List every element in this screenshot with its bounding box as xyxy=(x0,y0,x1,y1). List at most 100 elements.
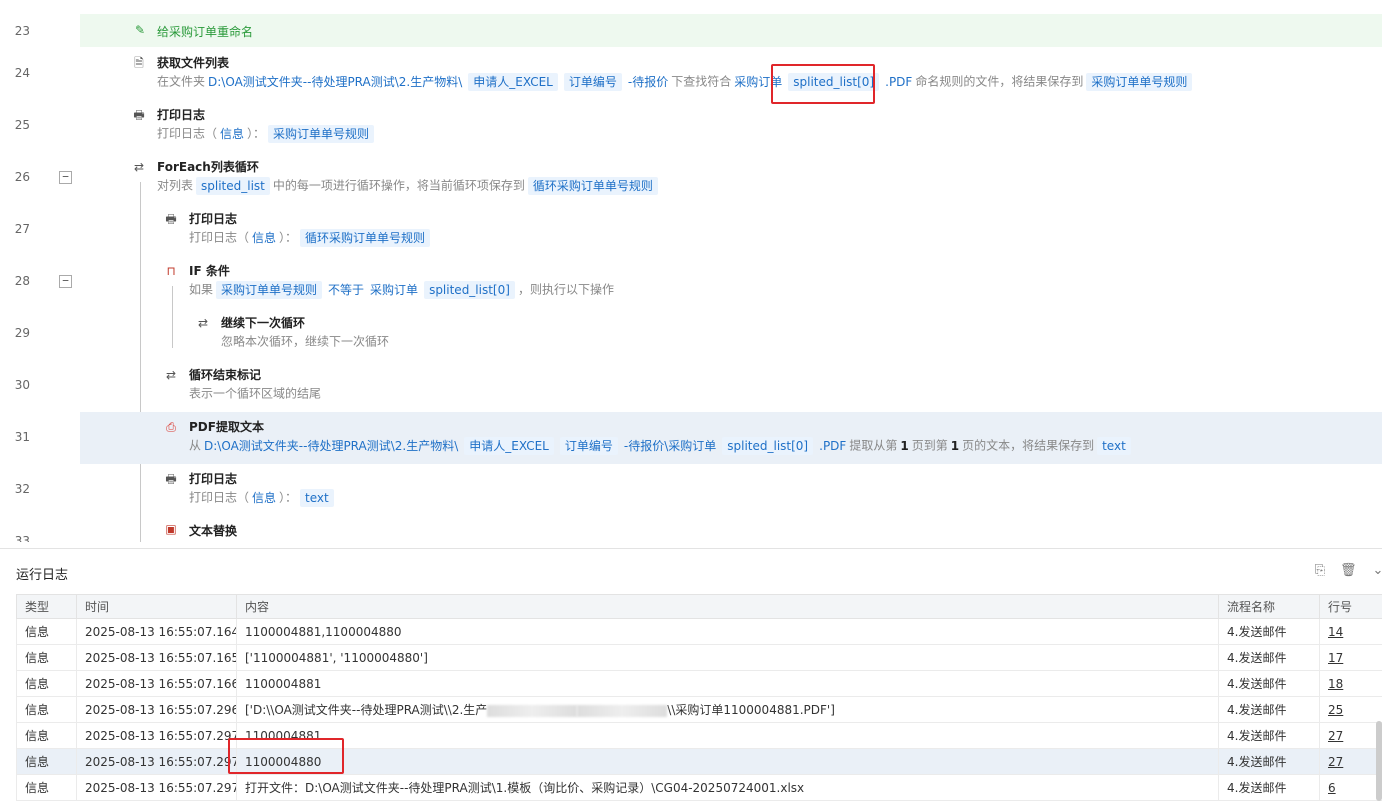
collapse-button[interactable]: − xyxy=(59,275,72,288)
redacted-text xyxy=(487,705,577,717)
line-number: 30 xyxy=(0,378,30,392)
variable-token[interactable]: 订单编号 xyxy=(560,437,618,455)
step-title: 给采购订单重命名 xyxy=(157,23,253,40)
variable-token[interactable]: 申请人_EXCEL xyxy=(468,73,558,91)
line-number: 32 xyxy=(0,482,30,496)
chevron-down-icon[interactable]: ⌄ xyxy=(1370,563,1382,579)
highlight-box xyxy=(228,738,344,774)
col-type[interactable]: 类型 xyxy=(17,595,77,619)
step-row[interactable]: 23 ✎ 给采购订单重命名 xyxy=(0,14,1382,47)
step-title: 文本替换 xyxy=(189,522,237,539)
variable-token[interactable]: 循环采购订单单号规则 xyxy=(528,177,658,195)
line-number: 26 xyxy=(0,170,30,184)
step-row[interactable]: 24 🗎 获取文件列表 在文件夹D:\OA测试文件夹--待处理PRA测试\2.生… xyxy=(0,48,1382,100)
highlight-box xyxy=(771,64,875,104)
table-row[interactable]: 信息 2025-08-13 16:55:07.297 1100004881 4.… xyxy=(17,723,1382,749)
line-link[interactable]: 14 xyxy=(1320,619,1382,645)
rename-icon: ✎ xyxy=(133,23,147,37)
line-number: 33 xyxy=(0,534,30,542)
step-row[interactable]: 32 🖶 打印日志 打印日志（信息）：text xyxy=(0,464,1382,516)
step-desc: 打印日志（信息）：循环采购订单单号规则 xyxy=(189,227,433,248)
print-icon: 🖶 xyxy=(132,108,146,122)
line-link[interactable]: 6 xyxy=(1320,775,1382,801)
text-replace-icon: ▣ xyxy=(164,522,178,536)
step-row[interactable]: 25 🖶 打印日志 打印日志（信息）：采购订单单号规则 xyxy=(0,100,1382,152)
line-link[interactable]: 27 xyxy=(1320,723,1382,749)
log-scrollbar[interactable] xyxy=(1376,721,1382,801)
step-desc: 忽略本次循环，继续下一次循环 xyxy=(221,331,389,352)
line-number: 23 xyxy=(0,24,30,38)
step-row[interactable]: 27 🖶 打印日志 打印日志（信息）：循环采购订单单号规则 xyxy=(0,204,1382,256)
table-row[interactable]: 信息 2025-08-13 16:55:07.296 ['D:\\OA测试文件夹… xyxy=(17,697,1382,723)
step-title: PDF提取文本 xyxy=(189,418,264,435)
step-title: 获取文件列表 xyxy=(157,54,229,71)
flow-editor: 23 ✎ 给采购订单重命名 24 🗎 获取文件列表 在文件夹D:\OA测试文件夹… xyxy=(0,0,1382,542)
redacted-text xyxy=(577,705,667,717)
line-link[interactable]: 25 xyxy=(1320,697,1382,723)
line-link[interactable]: 18 xyxy=(1320,671,1382,697)
export-icon[interactable]: ⎘ xyxy=(1312,563,1328,579)
loop-icon: ⇄ xyxy=(132,160,146,174)
line-link[interactable]: 27 xyxy=(1320,749,1382,775)
step-desc: 在文件夹D:\OA测试文件夹--待处理PRA测试\2.生产物料\申请人_EXCE… xyxy=(157,71,1195,92)
step-desc: 从D:\OA测试文件夹--待处理PRA测试\2.生产物料\申请人_EXCEL订单… xyxy=(189,435,1134,456)
file-list-icon: 🗎 xyxy=(132,56,146,70)
line-link[interactable]: 17 xyxy=(1320,645,1382,671)
step-row[interactable]: 30 ⇄ 循环结束标记 表示一个循环区域的结尾 xyxy=(0,360,1382,412)
line-number: 31 xyxy=(0,430,30,444)
col-flow[interactable]: 流程名称 xyxy=(1219,595,1320,619)
step-desc: 打印日志（信息）：text xyxy=(189,487,337,508)
run-log-panel: 运行日志 ⎘ 🗑 ⌄ 类型 时间 内容 流程名称 行号 信息 2025-08-1… xyxy=(0,548,1382,799)
table-row[interactable]: 信息 2025-08-13 16:55:07.297 打开文件：D:\OA测试文… xyxy=(17,775,1382,801)
step-desc: 如果采购订单单号规则不等于采购订单splited_list[0]，则执行以下操作 xyxy=(189,279,614,300)
line-number: 24 xyxy=(0,66,30,80)
variable-token[interactable]: splited_list[0] xyxy=(424,281,515,299)
table-row-selected[interactable]: 信息 2025-08-13 16:55:07.297 1100004880 4.… xyxy=(17,749,1382,775)
step-title: 打印日志 xyxy=(157,106,205,123)
step-desc: 表示一个循环区域的结尾 xyxy=(189,383,321,404)
continue-icon: ⇄ xyxy=(196,316,210,330)
line-number: 25 xyxy=(0,118,30,132)
variable-token[interactable]: text xyxy=(300,489,334,507)
step-desc: 打印日志（信息）：采购订单单号规则 xyxy=(157,123,377,144)
pdf-icon: ⎙ xyxy=(164,420,178,434)
loop-end-icon: ⇄ xyxy=(164,368,178,382)
step-row[interactable]: 33 ▣ 文本替换 xyxy=(0,516,1382,542)
variable-token[interactable]: splited_list[0] xyxy=(722,437,813,455)
trash-icon[interactable]: 🗑 xyxy=(1340,563,1356,579)
line-number: 27 xyxy=(0,222,30,236)
step-desc: 对列表splited_list中的每一项进行循环操作，将当前循环项保存到循环采购… xyxy=(157,175,661,196)
line-number: 28 xyxy=(0,274,30,288)
variable-token[interactable]: 采购订单单号规则 xyxy=(216,281,322,299)
variable-token[interactable]: 采购订单单号规则 xyxy=(1086,73,1192,91)
variable-token[interactable]: 采购订单单号规则 xyxy=(268,125,374,143)
table-row[interactable]: 信息 2025-08-13 16:55:07.166 1100004881 4.… xyxy=(17,671,1382,697)
step-title: 继续下一次循环 xyxy=(221,314,305,331)
step-row-selected[interactable]: 31 ⎙ PDF提取文本 从D:\OA测试文件夹--待处理PRA测试\2.生产物… xyxy=(0,412,1382,464)
table-row[interactable]: 信息 2025-08-13 16:55:07.164 1100004881,11… xyxy=(17,619,1382,645)
print-icon: 🖶 xyxy=(164,212,178,226)
variable-token[interactable]: 循环采购订单单号规则 xyxy=(300,229,430,247)
variable-token[interactable]: splited_list xyxy=(196,177,270,195)
step-title: 打印日志 xyxy=(189,470,237,487)
print-icon: 🖶 xyxy=(164,472,178,486)
table-row[interactable]: 信息 2025-08-13 16:55:07.165 ['1100004881'… xyxy=(17,645,1382,671)
line-number: 29 xyxy=(0,326,30,340)
step-row[interactable]: 29 ⇄ 继续下一次循环 忽略本次循环，继续下一次循环 xyxy=(0,308,1382,360)
col-line[interactable]: 行号 xyxy=(1320,595,1382,619)
log-table: 类型 时间 内容 流程名称 行号 信息 2025-08-13 16:55:07.… xyxy=(16,594,1382,801)
variable-token[interactable]: text xyxy=(1097,437,1131,455)
step-title: ForEach列表循环 xyxy=(157,158,259,175)
if-icon: ⊓ xyxy=(164,264,178,278)
step-title: 打印日志 xyxy=(189,210,237,227)
variable-token[interactable]: 申请人_EXCEL xyxy=(464,437,554,455)
log-title: 运行日志 xyxy=(16,564,68,583)
variable-token[interactable]: 订单编号 xyxy=(564,73,622,91)
log-header-row: 类型 时间 内容 流程名称 行号 xyxy=(17,595,1382,619)
col-time[interactable]: 时间 xyxy=(77,595,237,619)
step-row[interactable]: 26 − ⇄ ForEach列表循环 对列表splited_list中的每一项进… xyxy=(0,152,1382,204)
step-row[interactable]: 28 − ⊓ IF 条件 如果采购订单单号规则不等于采购订单splited_li… xyxy=(0,256,1382,308)
collapse-button[interactable]: − xyxy=(59,171,72,184)
col-content[interactable]: 内容 xyxy=(237,595,1219,619)
step-title: IF 条件 xyxy=(189,262,230,279)
